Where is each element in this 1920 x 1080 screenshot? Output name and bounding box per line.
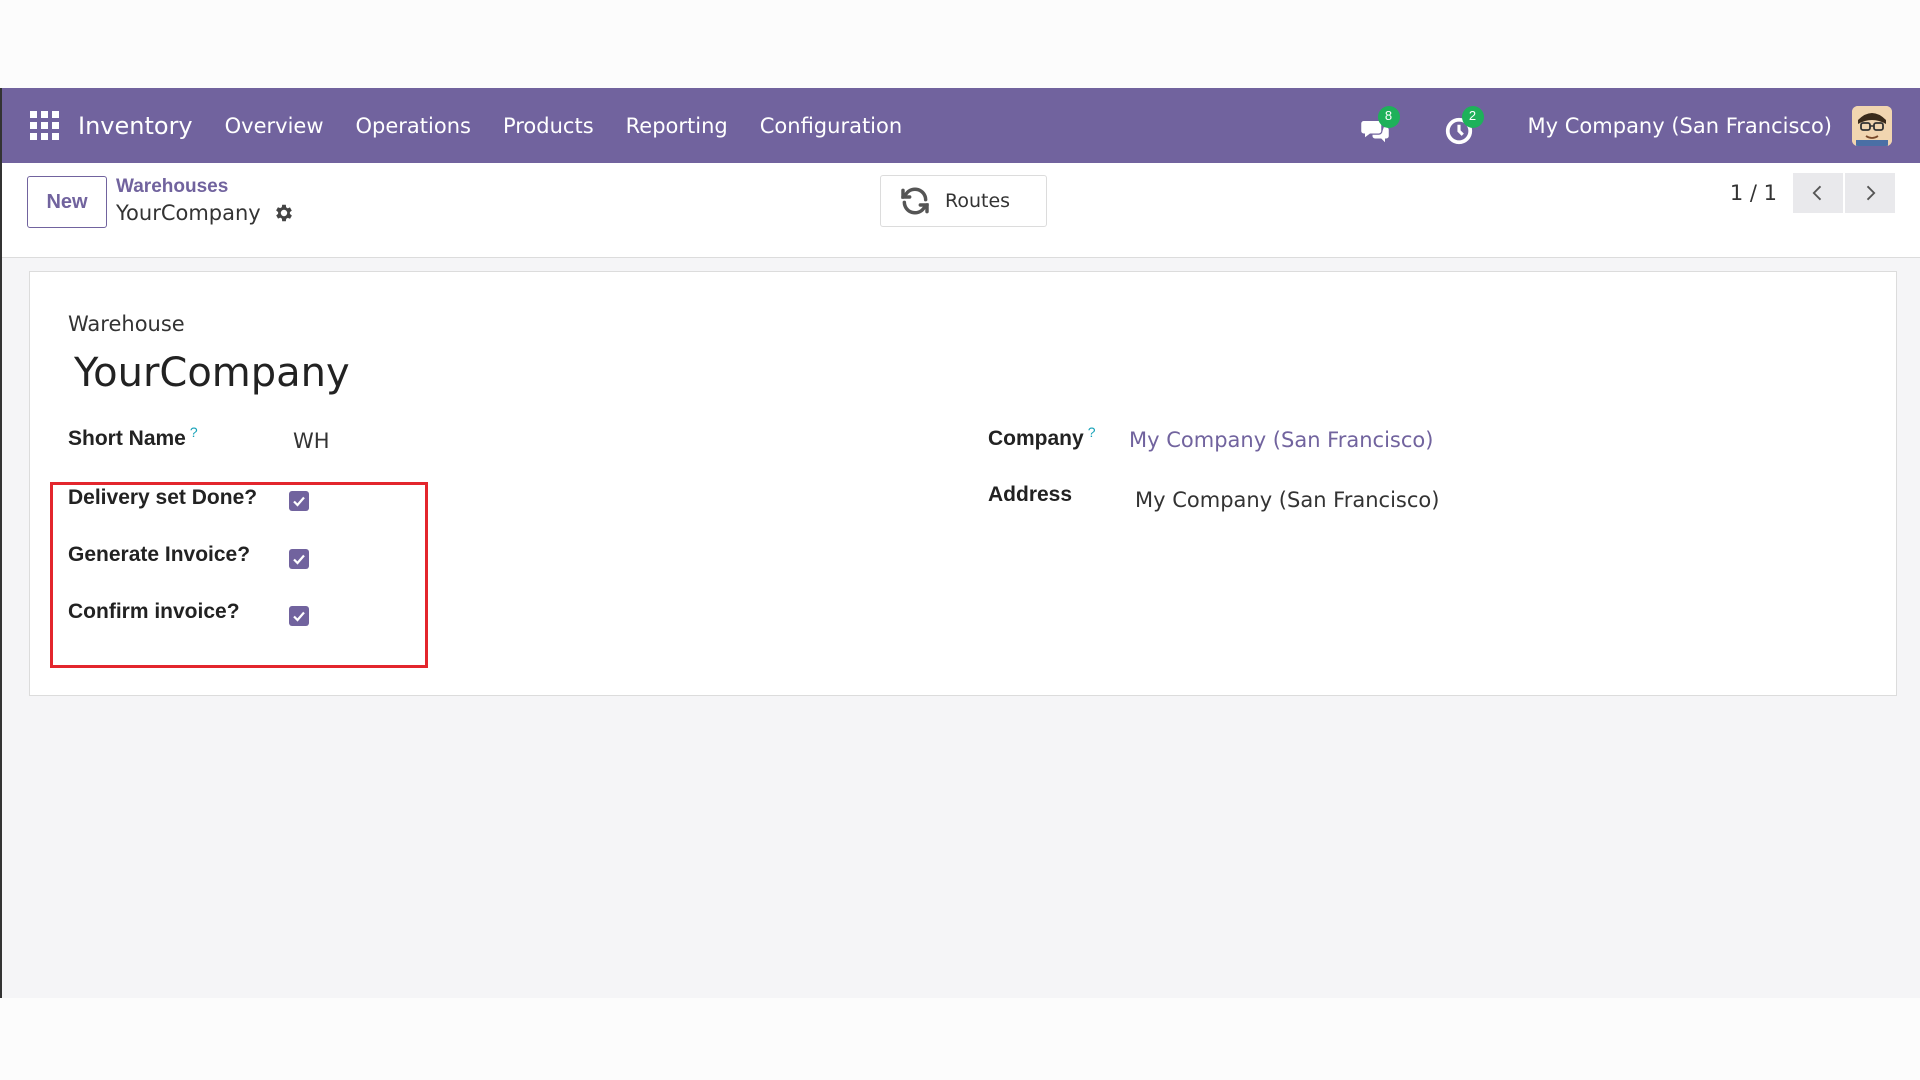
form-sheet: Warehouse YourCompany Short Name? WH Com… — [29, 271, 1897, 696]
company-switcher[interactable]: My Company (San Francisco) — [1528, 114, 1832, 138]
company-label: Company? — [988, 424, 1095, 451]
short-name-input[interactable]: WH — [293, 429, 330, 453]
pager-value[interactable]: 1 / 1 — [1730, 181, 1777, 205]
app-window: Inventory Overview Operations Products R… — [0, 88, 1920, 998]
apps-menu-icon[interactable] — [30, 110, 60, 141]
breadcrumb-current: YourCompany — [116, 201, 295, 225]
address-label: Address — [988, 483, 1073, 506]
short-name-help-icon[interactable]: ? — [190, 424, 198, 440]
highlight-annotation-box — [50, 482, 428, 668]
breadcrumb-current-label: YourCompany — [116, 201, 261, 225]
activities-button[interactable]: 2 — [1444, 105, 1484, 144]
messages-badge: 8 — [1377, 105, 1400, 128]
breadcrumb-warehouses[interactable]: Warehouses — [116, 176, 228, 198]
short-name-label: Short Name? — [68, 424, 198, 451]
menu-overview[interactable]: Overview — [225, 114, 324, 138]
warehouse-field-label: Warehouse — [68, 312, 185, 336]
short-name-label-text: Short Name — [68, 427, 186, 450]
routes-label: Routes — [945, 190, 1011, 212]
address-field[interactable]: My Company (San Francisco) — [1135, 488, 1439, 512]
navbar-systray: 8 2 My Company (San Francisco) — [1360, 88, 1892, 163]
routes-smart-button[interactable]: Routes — [880, 175, 1047, 227]
chevron-right-icon — [1866, 185, 1876, 201]
menu-products[interactable]: Products — [503, 114, 594, 138]
pager-next-button[interactable] — [1845, 173, 1895, 213]
company-label-text: Company — [988, 427, 1084, 450]
pager: 1 / 1 — [1730, 173, 1895, 213]
warehouse-name-input[interactable]: YourCompany — [74, 350, 350, 396]
pager-previous-button[interactable] — [1793, 173, 1843, 213]
top-navbar: Inventory Overview Operations Products R… — [2, 88, 1920, 163]
activities-badge: 2 — [1461, 105, 1484, 128]
menu-configuration[interactable]: Configuration — [760, 114, 902, 138]
avatar-face-icon — [1852, 105, 1892, 146]
refresh-icon — [901, 187, 929, 215]
menu-reporting[interactable]: Reporting — [626, 114, 728, 138]
company-help-icon[interactable]: ? — [1088, 424, 1096, 440]
menu-operations[interactable]: Operations — [356, 114, 471, 138]
new-button[interactable]: New — [27, 176, 107, 228]
main-menu: Overview Operations Products Reporting C… — [225, 114, 935, 138]
gear-icon[interactable] — [273, 202, 295, 224]
control-panel: New Warehouses YourCompany Routes 1 / 1 — [2, 163, 1920, 258]
messages-button[interactable]: 8 — [1360, 105, 1400, 142]
chevron-left-icon — [1812, 185, 1822, 201]
user-avatar[interactable] — [1852, 105, 1892, 146]
app-name[interactable]: Inventory — [78, 112, 193, 140]
company-field[interactable]: My Company (San Francisco) — [1129, 428, 1433, 452]
